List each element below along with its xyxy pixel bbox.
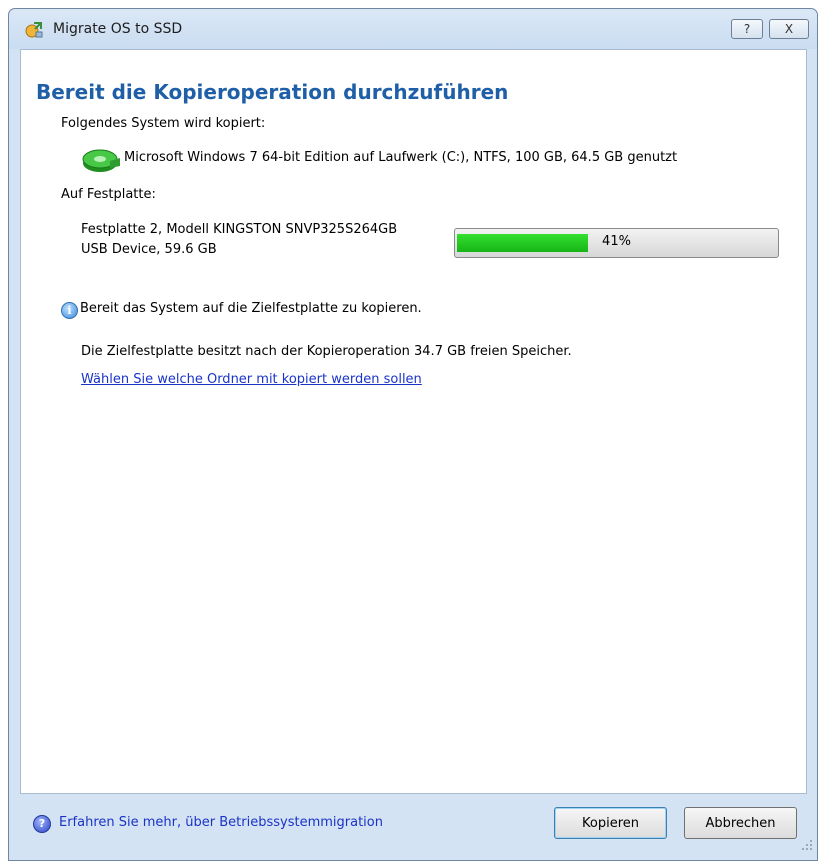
migrate-app-icon [25,22,43,38]
copy-button-label: Kopieren [582,815,639,831]
cancel-button-label: Abbrechen [705,815,776,831]
resize-grip-icon[interactable] [801,839,813,851]
title-bar[interactable]: Migrate OS to SSD ? X [9,9,817,49]
info-text: Bereit das System auf die Zielfestplatte… [80,301,422,316]
free-space-text: Die Zielfestplatte besitzt nach der Kopi… [81,344,572,359]
disk-icon [82,149,120,172]
disk-usage-bar: 41% [454,228,779,258]
dialog-window: Migrate OS to SSD ? X Bereit die Kopiero… [8,8,818,861]
choose-folders-link[interactable]: Wählen Sie welche Ordner mit kopiert wer… [81,372,422,387]
page-title: Bereit die Kopieroperation durchzuführen [36,80,509,104]
disk-usage-percent: 41% [602,234,631,249]
help-button-label: ? [743,22,751,36]
close-icon: X [784,22,794,36]
source-system-value: Microsoft Windows 7 64-bit Edition auf L… [124,150,678,165]
cancel-button[interactable]: Abbrechen [684,807,797,839]
copy-button[interactable]: Kopieren [554,807,667,839]
target-disk-line2: USB Device, 59.6 GB [81,242,217,257]
help-icon[interactable]: ? [33,815,51,833]
target-disk-line1: Festplatte 2, Modell KINGSTON SNVP325S26… [81,222,398,237]
close-button[interactable]: X [769,19,809,39]
target-label: Auf Festplatte: [61,187,156,202]
help-button[interactable]: ? [731,19,763,39]
info-icon: i [61,302,78,319]
learn-more-link[interactable]: Erfahren Sie mehr, über Betriebssystemmi… [59,815,383,830]
window-title: Migrate OS to SSD [53,21,183,37]
source-label: Folgendes System wird kopiert: [61,116,266,131]
content-panel: Bereit die Kopieroperation durchzuführen… [20,49,807,794]
